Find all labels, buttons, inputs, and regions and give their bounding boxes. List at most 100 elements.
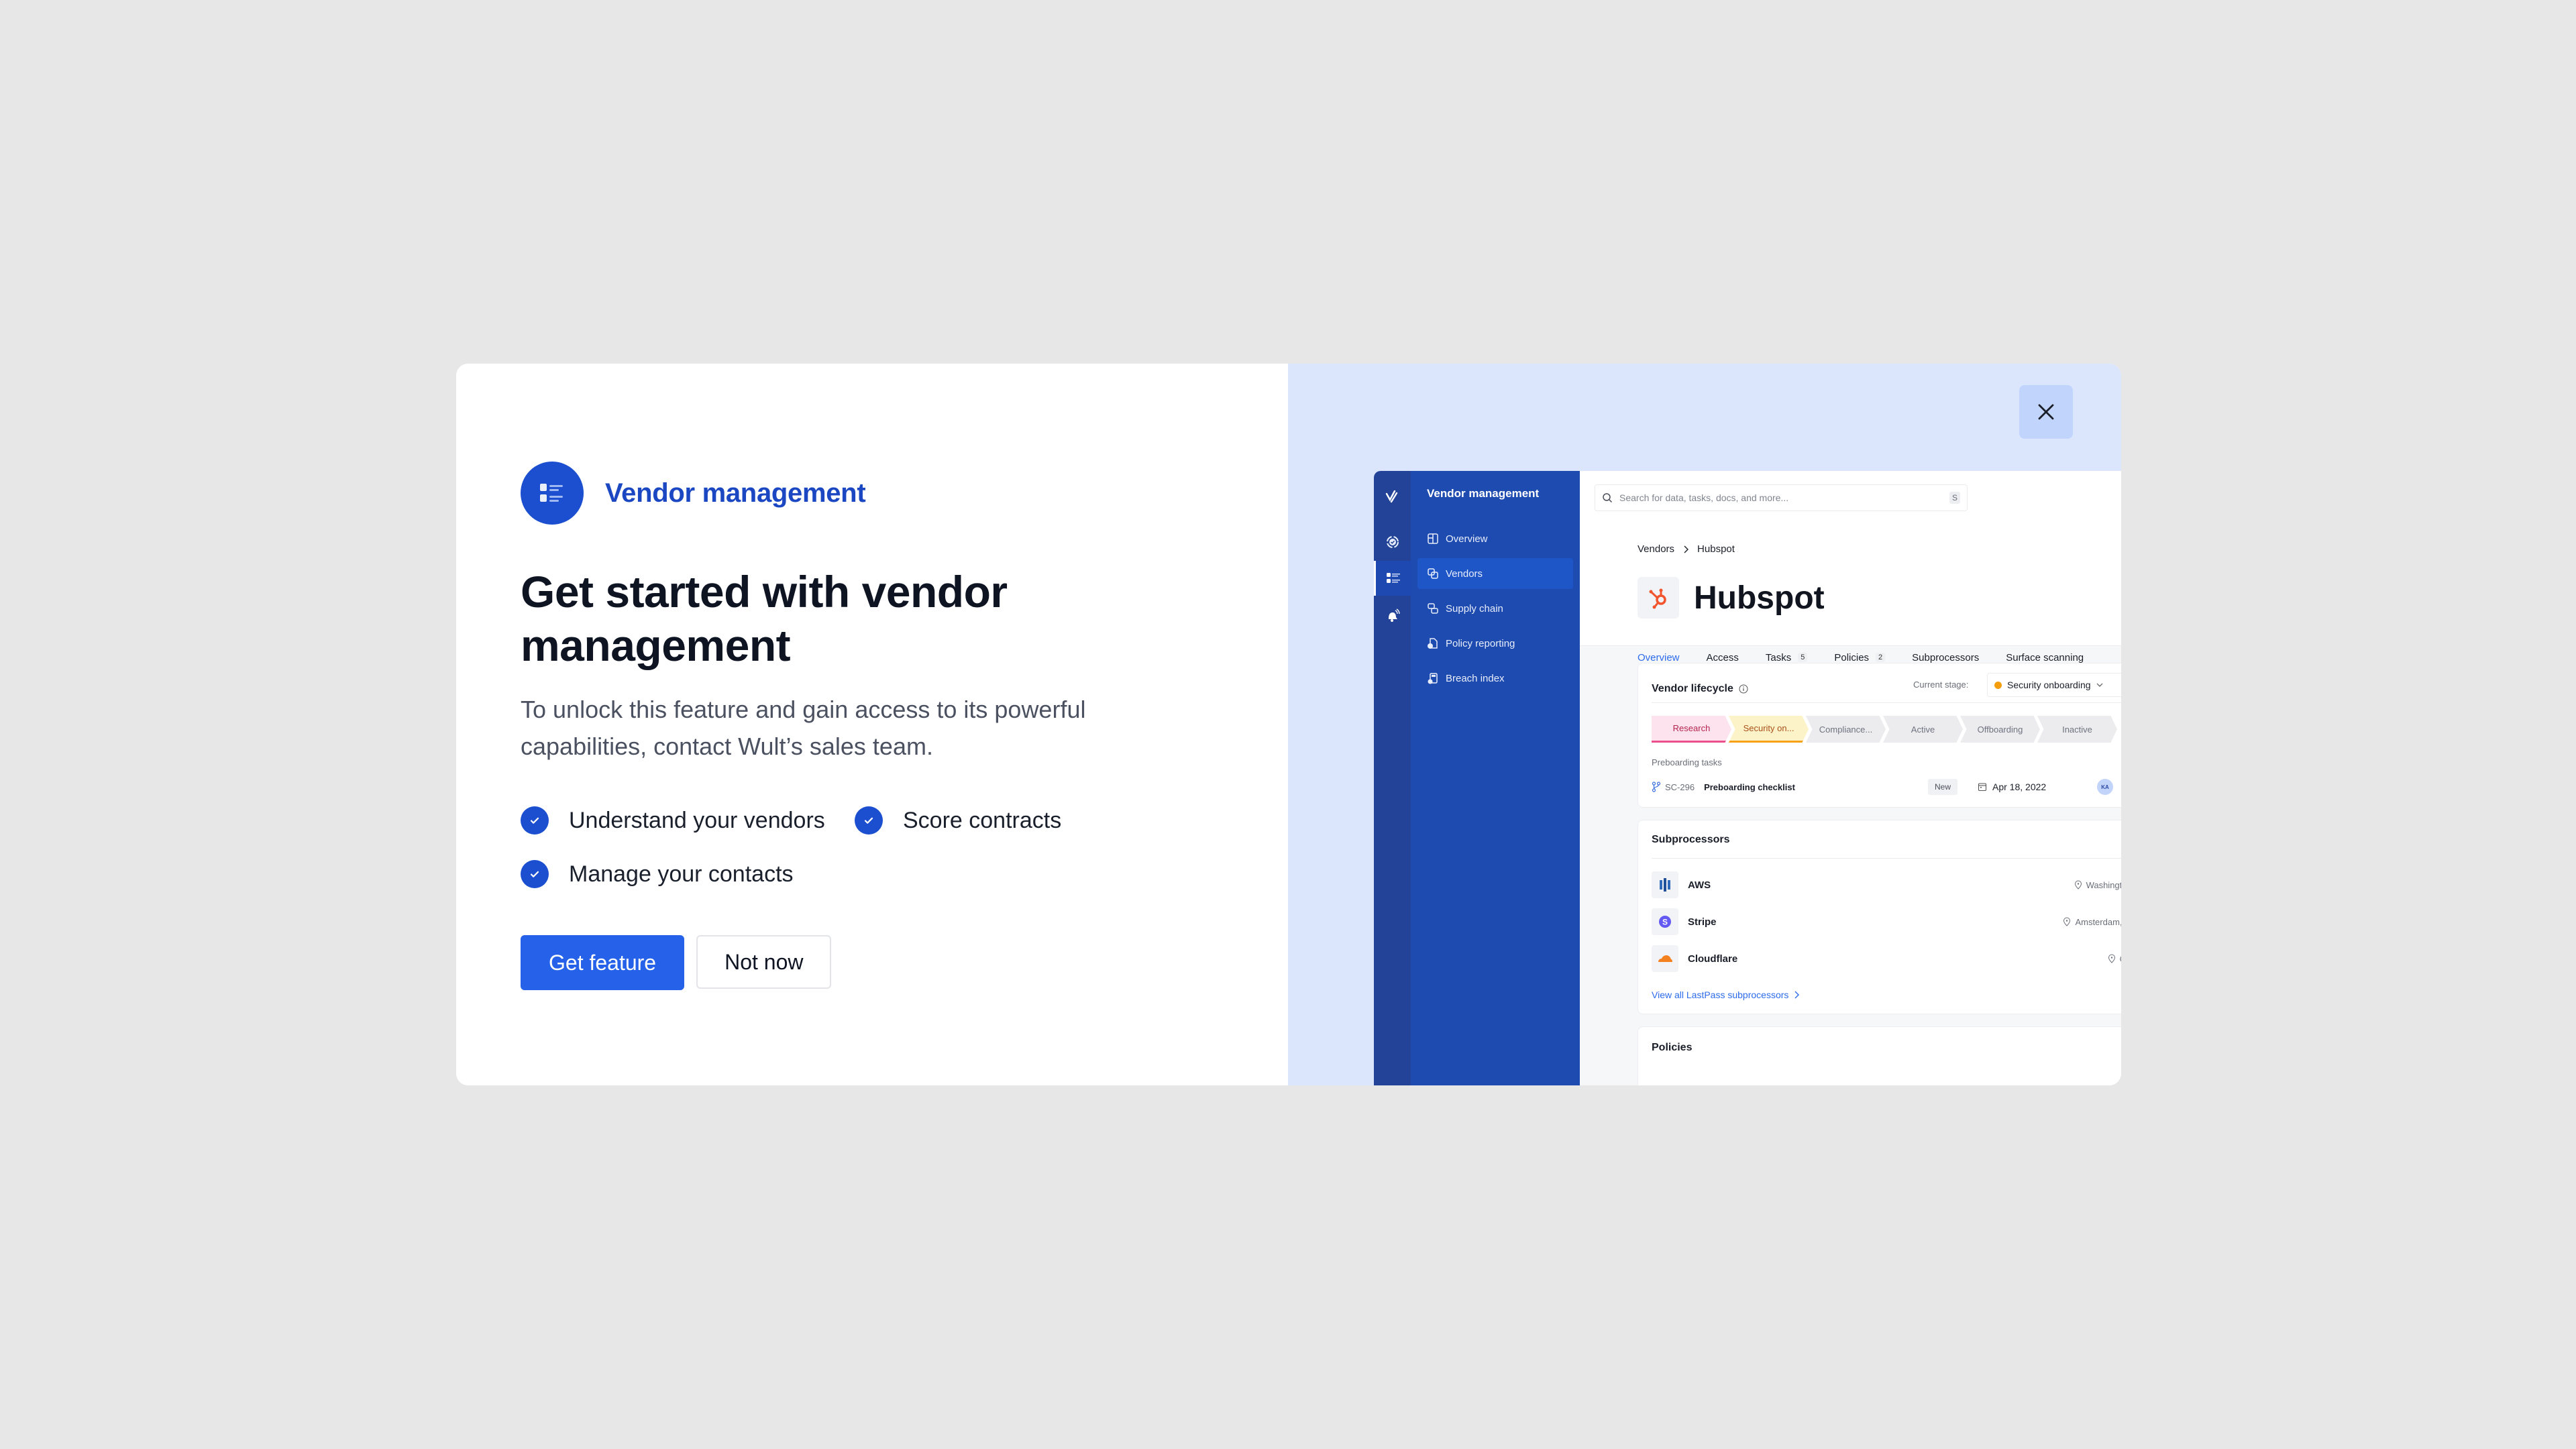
hubspot-logo-icon	[1638, 577, 1679, 619]
chevron-down-icon	[2096, 683, 2102, 687]
calendar-icon	[1978, 783, 1987, 792]
benefit-item: Score contracts	[855, 806, 1061, 835]
lifecycle-stepper: Research Security on... Compliance... Ac…	[1652, 716, 2117, 743]
task-date-text: Apr 18, 2022	[1992, 782, 2047, 792]
task-status-badge: New	[1928, 779, 1958, 795]
sidebar-item-breach-index[interactable]: Breach index	[1417, 663, 1573, 694]
assignee-avatar: KA	[2097, 779, 2113, 795]
tab-label: Tasks	[1765, 651, 1792, 663]
stage-offboarding[interactable]: Offboarding	[1960, 716, 2040, 743]
get-feature-button[interactable]: Get feature	[521, 935, 685, 990]
sidebar-item-overview[interactable]: Overview	[1417, 523, 1573, 554]
cloudflare-logo-icon	[1652, 945, 1678, 972]
divider	[1652, 702, 2121, 703]
sidebar-item-vendors[interactable]: Vendors	[1417, 558, 1573, 589]
dialog-description: To unlock this feature and gain access t…	[521, 696, 1086, 760]
location-pin-icon	[2108, 954, 2115, 963]
layout-icon	[1428, 533, 1438, 544]
sidebar-item-label: Supply chain	[1446, 602, 1503, 614]
benefit-item: Understand your vendors	[521, 806, 825, 835]
tab-label: Access	[1706, 651, 1739, 663]
stage-research[interactable]: Research	[1652, 716, 1731, 743]
policies-title: Policies	[1652, 1042, 1693, 1053]
copy-icon	[1428, 568, 1438, 579]
link-text: View all LastPass subprocessors	[1652, 989, 1789, 1000]
tab-count-badge: 5	[1798, 653, 1808, 662]
subprocessor-location: CA, United States	[2108, 954, 2121, 964]
breadcrumb-vendors[interactable]: Vendors	[1638, 543, 1674, 555]
aws-logo-icon	[1652, 871, 1678, 898]
feature-preview-panel: Vendor management Overview Vendors Suppl…	[1288, 364, 2121, 1085]
svg-text:S: S	[1662, 918, 1668, 927]
logo-icon	[1374, 480, 1411, 515]
location-text: Washington, United States	[2086, 879, 2121, 890]
search-placeholder: Search for data, tasks, docs, and more..…	[1619, 492, 1789, 503]
dialog-title: Get started with vendor management	[521, 567, 1008, 670]
app-preview-screenshot: Vendor management Overview Vendors Suppl…	[1374, 471, 2121, 1085]
subprocessor-row[interactable]: AWS Washington, United States	[1652, 871, 2121, 898]
tab-label: Subprocessors	[1912, 651, 1980, 663]
benefit-label: Manage your contacts	[569, 861, 794, 887]
vendor-header: Vendors Hubspot Hubspot Overview Access …	[1580, 525, 2121, 673]
subprocessor-location: Amsterdam, The Netherlands	[2063, 917, 2121, 927]
top-bar: Search for data, tasks, docs, and more..…	[1580, 471, 2121, 525]
stripe-logo-icon: S	[1652, 908, 1678, 935]
vendor-list-icon[interactable]	[1374, 561, 1411, 596]
subprocessor-name: Cloudflare	[1688, 953, 1738, 965]
search-input[interactable]: Search for data, tasks, docs, and more..…	[1595, 484, 1968, 511]
location-pin-icon	[2063, 917, 2071, 926]
icon-rail	[1374, 471, 1411, 1085]
workflow-icon	[1652, 782, 1661, 792]
check-circle-icon	[855, 806, 883, 835]
breadcrumb: Vendors Hubspot	[1638, 543, 1735, 555]
upsell-dialog: Vendor management Get started with vendo…	[456, 364, 2121, 1085]
feature-brand: Vendor management	[521, 462, 866, 525]
sidebar-title: Vendor management	[1427, 487, 1540, 500]
current-stage-select[interactable]: Security onboarding	[1987, 673, 2121, 697]
dialog-content: Vendor management Get started with vendo…	[456, 364, 1288, 1085]
divider	[1652, 858, 2121, 859]
compliance-icon	[1374, 525, 1411, 559]
close-icon	[2038, 404, 2054, 420]
stage-compliance[interactable]: Compliance...	[1806, 716, 1886, 743]
benefit-item: Manage your contacts	[521, 860, 794, 888]
breadcrumb-current: Hubspot	[1697, 543, 1735, 555]
main-content: Search for data, tasks, docs, and more..…	[1580, 471, 2121, 1085]
subprocessor-row[interactable]: Cloudflare CA, United States	[1652, 945, 2121, 972]
subprocessor-row[interactable]: S Stripe Amsterdam, The Netherlands	[1652, 908, 2121, 935]
check-circle-icon	[521, 860, 549, 888]
subprocessor-name: Stripe	[1688, 916, 1717, 928]
not-now-button[interactable]: Not now	[696, 935, 832, 989]
benefit-label: Understand your vendors	[569, 807, 825, 833]
close-button[interactable]	[2019, 385, 2073, 439]
stage-active[interactable]: Active	[1883, 716, 1963, 743]
subprocessor-name: AWS	[1688, 879, 1711, 891]
vendor-title: Hubspot	[1638, 577, 1825, 619]
search-shortcut-key: S	[1949, 492, 1960, 504]
task-row[interactable]: SC-296 Preboarding checklist New Apr 18,…	[1652, 776, 2121, 798]
list-icon	[521, 462, 584, 525]
sidebar-item-supply-chain[interactable]: Supply chain	[1417, 593, 1573, 624]
vendor-lifecycle-card: Vendor lifecycle Current stage: Security…	[1638, 663, 2121, 808]
stage-inactive[interactable]: Inactive	[2037, 716, 2117, 743]
benefit-label: Score contracts	[903, 807, 1062, 833]
tab-label: Surface scanning	[2006, 651, 2084, 663]
check-circle-icon	[521, 806, 549, 835]
stage-status-dot	[1994, 681, 2002, 689]
info-icon[interactable]	[1739, 684, 1748, 694]
sidebar-item-policy-reporting[interactable]: Policy reporting	[1417, 628, 1573, 659]
stage-security-onboarding[interactable]: Security on...	[1729, 716, 1809, 743]
location-text: CA, United States	[2120, 954, 2121, 964]
subprocessor-location: Washington, United States	[2074, 880, 2121, 890]
chevron-right-icon	[1794, 991, 1800, 999]
view-all-subprocessors-link[interactable]: View all LastPass subprocessors	[1652, 989, 1800, 1000]
alert-bell-icon	[1374, 598, 1411, 633]
policies-card: Policies	[1638, 1026, 2121, 1085]
subprocessors-card: Subprocessors AWS Washington, United Sta…	[1638, 820, 2121, 1014]
location-text: Amsterdam, The Netherlands	[2075, 916, 2121, 927]
preboarding-tasks-label: Preboarding tasks	[1652, 757, 1722, 767]
breach-icon	[1428, 673, 1438, 684]
chevron-right-icon	[1684, 545, 1689, 553]
sidebar-item-label: Breach index	[1446, 672, 1505, 684]
task-name: Preboarding checklist	[1704, 782, 1795, 792]
